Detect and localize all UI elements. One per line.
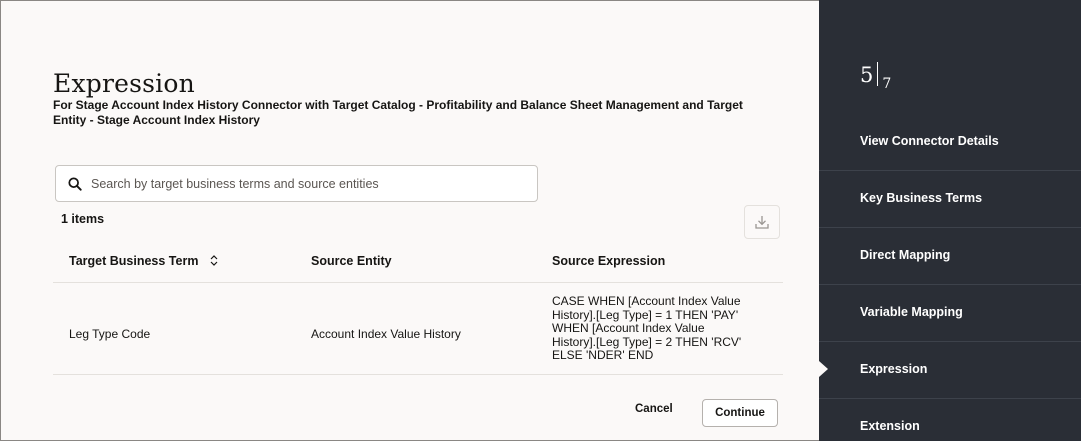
step-sidebar: 57 View Connector Details Key Business T… (819, 0, 1081, 441)
nav-item-variable-mapping[interactable]: Variable Mapping (819, 285, 1081, 342)
active-step-pointer (819, 361, 828, 377)
cancel-button[interactable]: Cancel (635, 403, 673, 415)
column-header-source-entity: Source Entity (311, 254, 392, 268)
continue-button[interactable]: Continue (702, 399, 778, 427)
expression-line: WHEN [Account Index Value (552, 321, 705, 335)
cell-source-expression: CASE WHEN [Account Index Value History].… (552, 294, 777, 363)
nav-item-key-business-terms[interactable]: Key Business Terms (819, 171, 1081, 228)
column-header-label: Target Business Term (69, 254, 199, 268)
download-button[interactable] (744, 205, 780, 239)
search-icon (68, 176, 82, 191)
step-current: 5 (860, 63, 874, 87)
expression-line: History].[Leg Type] = 2 THEN 'RCV' (552, 334, 742, 349)
nav-item-extension[interactable]: Extension (819, 399, 1081, 441)
nav-item-label: Expression (860, 362, 928, 376)
nav-item-label: Extension (860, 419, 920, 433)
nav-item-label: Variable Mapping (860, 305, 963, 319)
search-bar[interactable] (55, 165, 538, 202)
column-header-target-business-term[interactable]: Target Business Term (69, 254, 218, 269)
nav-item-label: Key Business Terms (860, 191, 983, 205)
sort-icon[interactable] (210, 255, 218, 269)
item-count: 1 items (61, 212, 105, 226)
nav-item-label: View Connector Details (860, 134, 999, 148)
page-title: Expression (53, 69, 195, 98)
download-icon (755, 216, 769, 229)
cell-source-entity: Account Index Value History (311, 327, 461, 341)
nav-item-label: Direct Mapping (860, 248, 951, 262)
table-header: Target Business Term Source Entity Sourc… (53, 241, 783, 283)
page-subtitle: For Stage Account Index History Connecto… (53, 98, 743, 127)
column-header-source-expression: Source Expression (552, 254, 666, 268)
search-input[interactable] (91, 176, 521, 191)
nav-item-direct-mapping[interactable]: Direct Mapping (819, 228, 1081, 285)
expression-line: CASE WHEN [Account Index Value (552, 294, 741, 308)
expression-line: History].[Leg Type] = 1 THEN 'PAY' (552, 307, 739, 322)
step-indicator: 57 (860, 62, 891, 92)
nav-item-view-connector-details[interactable]: View Connector Details (819, 114, 1081, 171)
cell-target-business-term: Leg Type Code (69, 327, 151, 341)
main-panel: Expression For Stage Account Index Histo… (1, 1, 819, 440)
step-total: 7 (882, 76, 892, 92)
nav-item-expression[interactable]: Expression (819, 342, 1081, 399)
expression-line: ELSE 'NDER' END (552, 348, 654, 362)
step-divider (877, 62, 879, 86)
table-row: Leg Type Code Account Index Value Histor… (53, 283, 783, 375)
